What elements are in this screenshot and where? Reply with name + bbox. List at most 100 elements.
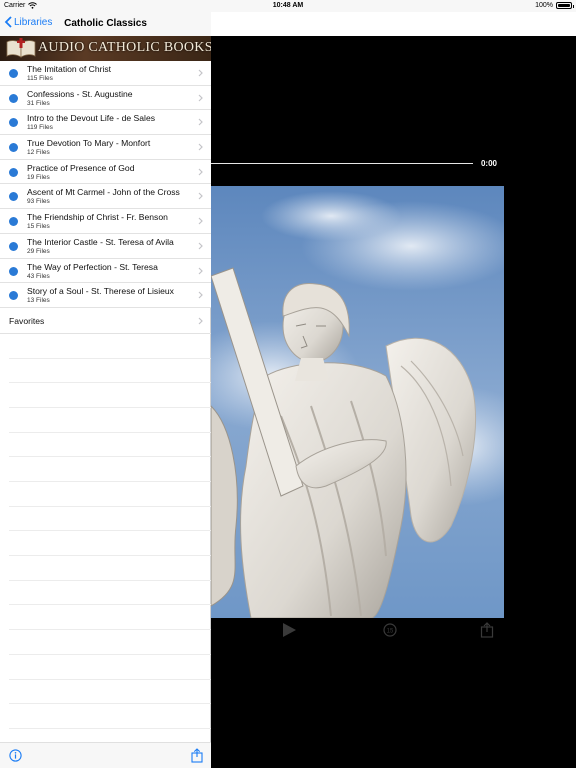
chevron-right-icon xyxy=(198,317,203,325)
chevron-right-icon xyxy=(198,217,203,225)
svg-text:15: 15 xyxy=(387,629,394,635)
battery-percent: 100% xyxy=(535,2,553,9)
library-banner: AUDIO CATHOLIC BOOKS xyxy=(0,36,211,61)
info-button[interactable] xyxy=(9,749,22,767)
status-bar: Carrier 10:48 AM 100% xyxy=(0,0,576,12)
player-share-button[interactable] xyxy=(480,622,494,643)
clock: 10:48 AM xyxy=(272,2,304,9)
navigation-bar: Libraries Catholic Classics xyxy=(0,12,211,36)
book-file-count: 31 Files xyxy=(27,99,50,107)
empty-row xyxy=(9,457,211,482)
book-file-count: 119 Files xyxy=(27,124,53,132)
chevron-right-icon xyxy=(198,242,203,250)
list-item[interactable]: The Interior Castle - St. Teresa of Avil… xyxy=(0,233,211,259)
unplayed-dot-icon xyxy=(9,118,18,128)
unplayed-dot-icon xyxy=(9,167,18,177)
empty-row xyxy=(9,556,211,581)
empty-row xyxy=(9,383,211,408)
chevron-right-icon xyxy=(198,267,203,274)
empty-row xyxy=(9,408,211,433)
unplayed-dot-icon xyxy=(9,192,18,202)
unplayed-dot-icon xyxy=(9,69,18,78)
chevron-right-icon xyxy=(198,291,203,299)
bottom-toolbar xyxy=(0,742,211,768)
list-item[interactable]: Intro to the Devout Life - de Sales 119 … xyxy=(0,110,211,136)
empty-row xyxy=(9,704,211,729)
chevron-right-icon xyxy=(198,143,203,151)
book-file-count: 19 Files xyxy=(27,173,50,181)
empty-row xyxy=(9,655,211,680)
list-item[interactable]: Practice of Presence of God 19 Files xyxy=(0,159,211,185)
chevron-right-icon xyxy=(198,69,203,77)
empty-row xyxy=(9,433,211,458)
book-title: Story of a Soul - St. Therese of Lisieux xyxy=(27,286,174,297)
page-title: Catholic Classics xyxy=(0,18,211,29)
empty-row xyxy=(9,605,211,631)
book-title: The Interior Castle - St. Teresa of Avil… xyxy=(27,236,174,247)
play-icon xyxy=(283,623,296,637)
book-file-count: 15 Files xyxy=(27,223,50,231)
empty-row xyxy=(9,482,211,507)
empty-row xyxy=(9,507,211,532)
list-item[interactable]: The Way of Perfection - St. Teresa 43 Fi… xyxy=(0,258,211,284)
banner-title: AUDIO CATHOLIC BOOKS xyxy=(38,40,211,55)
share-button[interactable] xyxy=(191,748,203,768)
empty-row xyxy=(9,630,211,655)
info-icon xyxy=(9,749,22,762)
play-button[interactable] xyxy=(281,622,297,643)
list-item[interactable]: The Friendship of Christ - Fr. Benson 15… xyxy=(0,209,211,234)
empty-row xyxy=(9,334,211,359)
empty-row xyxy=(9,680,211,705)
unplayed-dot-icon xyxy=(9,217,18,227)
book-title: True Devotion To Mary - Monfort xyxy=(27,138,151,149)
unplayed-dot-icon xyxy=(9,143,18,153)
book-title: The Imitation of Christ xyxy=(27,64,112,74)
angel-statue-image xyxy=(211,186,504,618)
list-item[interactable]: Story of a Soul - St. Therese of Lisieux… xyxy=(0,283,211,308)
open-book-icon xyxy=(6,38,36,58)
list-item[interactable]: True Devotion To Mary - Monfort 12 Files xyxy=(0,135,211,160)
book-title: Confessions - St. Augustine xyxy=(27,88,133,99)
list-item[interactable]: Ascent of Mt Carmel - John of the Cross … xyxy=(0,184,211,210)
unplayed-dot-icon xyxy=(9,241,18,251)
page-title-text: Catholic Classics xyxy=(64,18,147,29)
progress-track[interactable] xyxy=(211,163,473,164)
favorites-label: Favorites xyxy=(9,315,45,326)
player-header-area xyxy=(211,12,576,36)
book-file-count: 13 Files xyxy=(27,297,50,305)
battery-icon xyxy=(556,2,574,9)
book-file-count: 93 Files xyxy=(27,198,50,206)
replay-15-icon: 15 xyxy=(383,623,397,637)
elapsed-time: 0:00 xyxy=(480,159,497,168)
chevron-right-icon xyxy=(198,168,203,176)
empty-row xyxy=(9,359,211,384)
book-title: Practice of Presence of God xyxy=(27,162,135,173)
book-file-count: 12 Files xyxy=(27,149,50,157)
chevron-right-icon xyxy=(198,94,203,102)
list-item[interactable]: The Imitation of Christ 115 Files xyxy=(0,61,211,86)
book-title: The Way of Perfection - St. Teresa xyxy=(27,261,158,272)
battery-indicator: 100% xyxy=(535,2,574,9)
player-controls: 15 xyxy=(211,618,576,644)
unplayed-dot-icon xyxy=(9,266,18,276)
book-file-count: 29 Files xyxy=(27,247,50,255)
album-artwork xyxy=(211,186,504,618)
library-panel: Libraries Catholic Classics AUDIO CATHOL… xyxy=(0,12,211,768)
share-icon xyxy=(480,622,494,638)
share-icon xyxy=(191,748,203,763)
unplayed-dot-icon xyxy=(9,291,18,301)
book-title: Intro to the Devout Life - de Sales xyxy=(27,113,156,124)
list-item[interactable]: Confessions - St. Augustine 31 Files xyxy=(0,85,211,111)
replay-15-button[interactable]: 15 xyxy=(382,622,398,643)
book-file-count: 115 Files xyxy=(27,75,53,82)
unplayed-dot-icon xyxy=(9,93,18,103)
chevron-right-icon xyxy=(198,193,203,200)
book-list: The Imitation of Christ 115 Files Confes… xyxy=(0,61,211,729)
empty-row xyxy=(9,531,211,557)
book-title: The Friendship of Christ - Fr. Benson xyxy=(27,212,168,223)
empty-row xyxy=(9,581,211,606)
book-file-count: 43 Files xyxy=(27,272,50,280)
chevron-right-icon xyxy=(198,118,203,126)
favorites-item[interactable]: Favorites xyxy=(0,308,211,334)
book-title: Ascent of Mt Carmel - John of the Cross xyxy=(27,187,180,198)
